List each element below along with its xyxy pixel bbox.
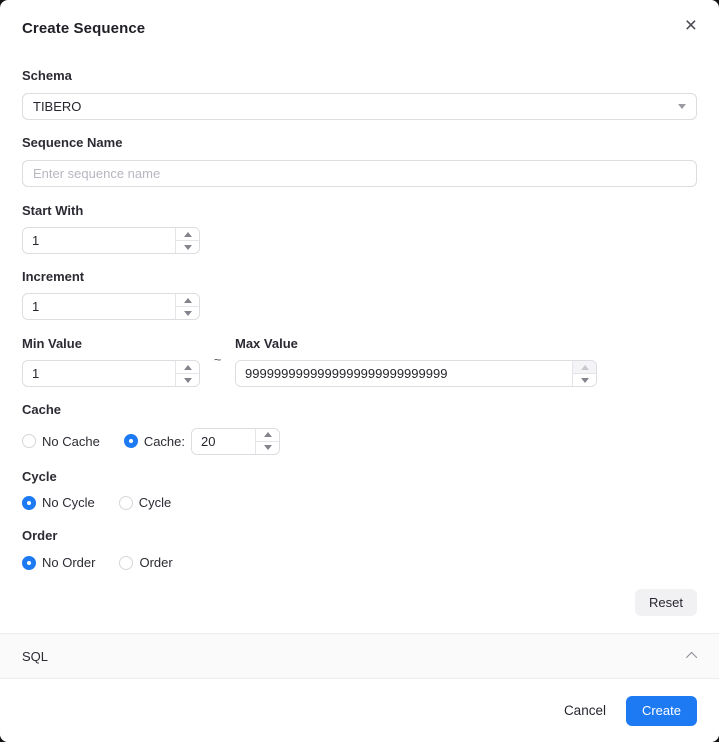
spinner-down-button[interactable]: [176, 307, 199, 319]
radio-label: No Cycle: [42, 495, 95, 510]
cycle-options-row: No Cycle Cycle: [22, 495, 697, 510]
chevron-up-icon: [685, 651, 698, 664]
dialog-footer: Cancel Create: [0, 679, 719, 742]
max-value-spinner: [572, 361, 596, 386]
radio-label: No Order: [42, 555, 96, 570]
cache-options-row: No Cache Cache:: [22, 427, 697, 455]
spinner-up-icon: [183, 364, 192, 370]
radio-no-order[interactable]: No Order: [22, 555, 95, 570]
increment-stepper: [22, 293, 200, 320]
spinner-up-icon: [183, 297, 192, 303]
radio-label: Cycle: [138, 495, 172, 510]
schema-label: Schema: [22, 68, 72, 83]
schema-select[interactable]: TIBERO: [22, 93, 697, 120]
close-icon[interactable]: ×: [685, 15, 697, 36]
range-separator: ~: [213, 352, 222, 367]
min-value-spinner: [175, 361, 199, 386]
spinner-down-icon: [580, 377, 589, 383]
sequence-name-input[interactable]: [22, 160, 697, 187]
radio-label: Cache:: [143, 433, 186, 449]
cache-size-stepper: [191, 427, 281, 455]
radio-cache[interactable]: Cache:: [123, 433, 186, 449]
spinner-down-button[interactable]: [256, 441, 280, 454]
min-value-group: Min Value: [22, 337, 200, 387]
spinner-up-button[interactable]: [176, 361, 199, 374]
spinner-down-button[interactable]: [573, 374, 596, 386]
min-value-label: Min Value: [22, 336, 82, 351]
reset-button[interactable]: Reset: [635, 589, 697, 616]
cancel-button[interactable]: Cancel: [564, 703, 606, 718]
schema-select-value: TIBERO: [33, 99, 82, 114]
sequence-name-label: Sequence Name: [22, 135, 123, 150]
chevron-down-icon: [678, 104, 686, 109]
sql-section-label: SQL: [22, 648, 49, 664]
radio-icon: [22, 555, 36, 570]
max-value-stepper: [235, 360, 597, 387]
increment-input[interactable]: [23, 294, 175, 319]
start-with-spinner: [175, 228, 199, 253]
increment-spinner: [175, 294, 199, 319]
spinner-down-icon: [183, 377, 192, 383]
dialog-header: Create Sequence ×: [0, 0, 719, 37]
cache-size-input[interactable]: [192, 428, 256, 454]
dialog-title: Create Sequence: [22, 20, 146, 37]
spinner-down-icon: [263, 445, 272, 450]
min-max-row: Min Value ~ Max Value: [22, 337, 697, 387]
radio-no-cycle[interactable]: No Cycle: [22, 495, 95, 510]
reset-row: Reset: [22, 589, 697, 616]
start-with-label: Start With: [22, 203, 84, 218]
start-with-stepper: [22, 227, 200, 254]
create-sequence-dialog: Create Sequence × Schema TIBERO Sequence…: [0, 0, 719, 742]
cycle-label: Cycle: [22, 469, 57, 484]
order-label: Order: [22, 528, 58, 543]
cache-size-spinner: [255, 428, 280, 454]
spinner-down-icon: [183, 310, 192, 316]
cache-label: Cache: [22, 402, 62, 417]
create-button[interactable]: Create: [625, 695, 697, 726]
max-value-group: Max Value: [235, 337, 597, 387]
spinner-up-icon: [580, 364, 589, 370]
spinner-up-icon: [263, 432, 272, 437]
min-value-input[interactable]: [23, 361, 175, 386]
radio-icon: [22, 434, 36, 448]
spinner-down-button[interactable]: [176, 374, 199, 386]
radio-cycle[interactable]: Cycle: [118, 495, 172, 510]
increment-label: Increment: [22, 269, 85, 284]
min-value-stepper: [22, 360, 200, 387]
radio-icon: [22, 495, 36, 510]
radio-icon: [123, 434, 138, 448]
spinner-up-button[interactable]: [256, 428, 280, 442]
order-options-row: No Order Order: [22, 555, 697, 570]
radio-label: No Cache: [42, 433, 100, 449]
spinner-down-button[interactable]: [176, 241, 199, 253]
spinner-up-button[interactable]: [573, 361, 596, 374]
dialog-body: Schema TIBERO Sequence Name Start With I…: [0, 37, 719, 616]
start-with-input[interactable]: [23, 228, 175, 253]
max-value-input[interactable]: [236, 361, 572, 386]
radio-label: Order: [139, 555, 173, 570]
spinner-down-icon: [183, 244, 192, 250]
radio-icon: [119, 555, 134, 570]
radio-icon: [118, 495, 133, 510]
sql-section-toggle[interactable]: SQL: [0, 633, 719, 679]
radio-no-cache[interactable]: No Cache: [22, 434, 100, 449]
radio-order[interactable]: Order: [119, 555, 173, 570]
spinner-up-button[interactable]: [176, 294, 199, 307]
spinner-up-icon: [183, 231, 192, 237]
max-value-label: Max Value: [235, 336, 298, 351]
spinner-up-button[interactable]: [176, 228, 199, 241]
